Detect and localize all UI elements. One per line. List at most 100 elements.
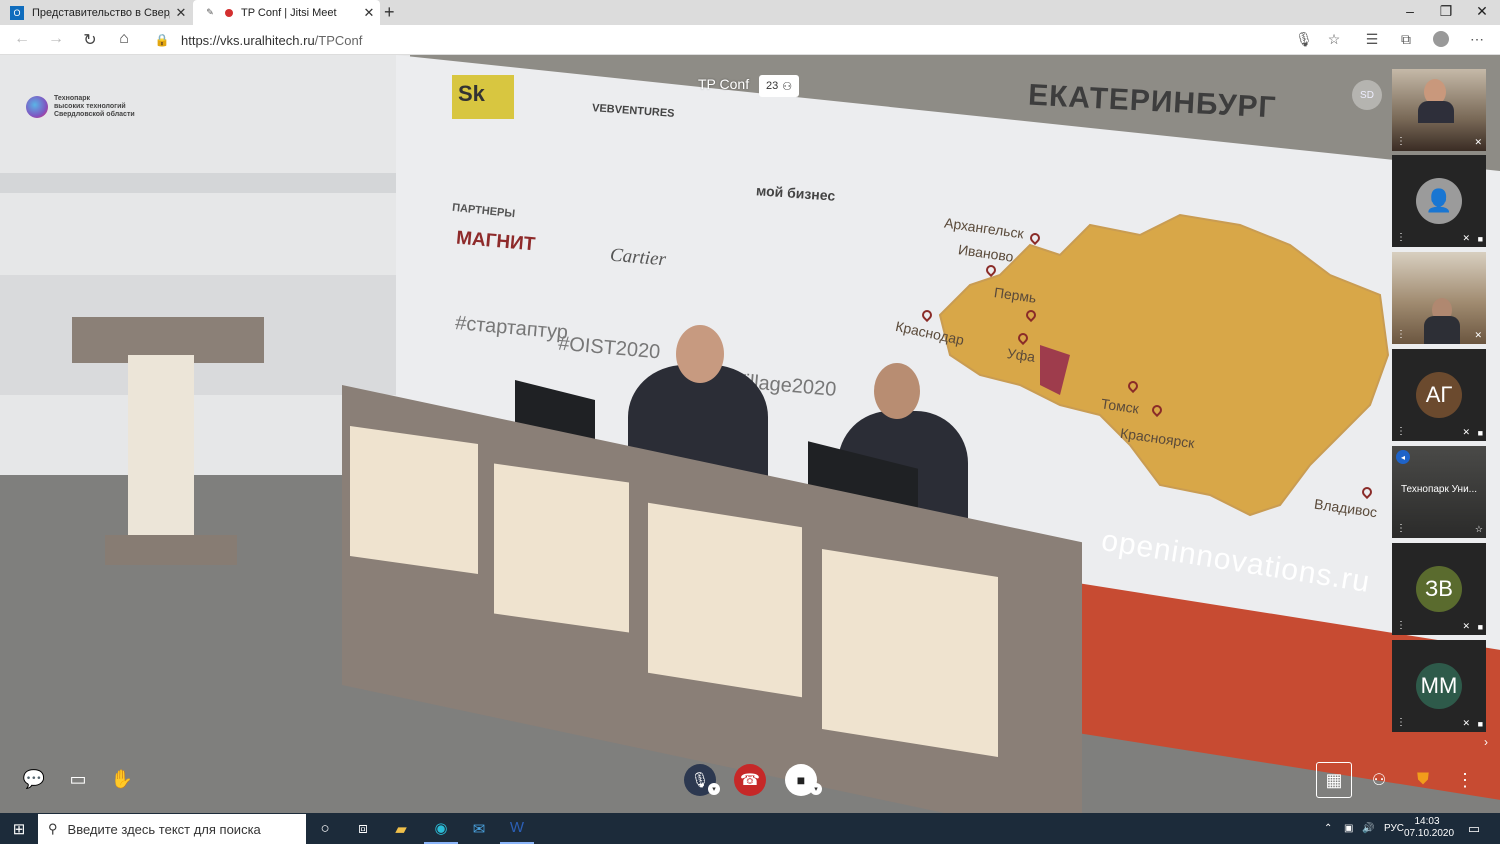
participant-thumbnail[interactable]: 👤 ⋮ ✕ ■ xyxy=(1392,155,1486,247)
forward-icon[interactable]: → xyxy=(46,30,66,48)
url-host: https://vks.uralhitech.ru xyxy=(181,33,315,48)
mic-muted-icon: ✕ xyxy=(1462,427,1470,437)
task-view-icon[interactable]: ⧈ xyxy=(348,813,378,844)
microphone-permission-icon[interactable]: 🎙 xyxy=(1294,31,1314,48)
avatar-initials: ММ xyxy=(1416,663,1462,709)
notifications-icon[interactable]: ▭ xyxy=(1462,813,1486,844)
mail-icon[interactable]: ✉ xyxy=(462,813,496,844)
participant-thumbnail[interactable]: АГ ⋮ ✕ ■ xyxy=(1392,349,1486,441)
tab-tpconf[interactable]: ✎ TP Conf | Jitsi Meet ✕ xyxy=(193,0,380,25)
refresh-icon[interactable]: ↻ xyxy=(80,30,100,50)
organization-logo: Технопарк высоких технологий Свердловско… xyxy=(26,95,135,119)
podium-column xyxy=(128,355,194,545)
word-icon[interactable]: W xyxy=(500,813,534,844)
pen-icon: ✎ xyxy=(206,7,214,17)
collections-icon[interactable]: ⧉ xyxy=(1396,31,1416,48)
participant-thumbnail[interactable]: ЗВ ⋮ ✕ ■ xyxy=(1392,543,1486,635)
volume-icon[interactable]: 🔊 xyxy=(1362,813,1374,844)
participant-name: Технопарк Уни... xyxy=(1400,484,1477,495)
url-path: /TPConf xyxy=(314,33,363,48)
more-options-icon[interactable]: ⋮ xyxy=(1396,136,1406,147)
table-panel xyxy=(822,549,998,757)
participant-thumbnail[interactable]: ⋮ ✕ xyxy=(1392,252,1486,344)
search-placeholder: Введите здесь текст для поиска xyxy=(67,821,261,837)
tab-title: Представительство в Свердловс xyxy=(32,6,170,19)
table-panel xyxy=(648,502,802,698)
more-options-icon[interactable]: ⋮ xyxy=(1396,329,1406,340)
mic-muted-icon: ✕ xyxy=(1474,330,1482,340)
close-tab-icon[interactable]: ✕ xyxy=(170,5,192,21)
back-icon[interactable]: ← xyxy=(12,30,32,48)
settings-more-icon[interactable]: ⋯ xyxy=(1467,31,1487,48)
network-icon[interactable]: ▣ xyxy=(1344,813,1353,844)
people-icon: ⚇ xyxy=(782,80,793,93)
browser-tab-bar: O Представительство в Свердловс ✕ ✎ TP C… xyxy=(0,0,1500,25)
tile-view-icon[interactable]: ▦ xyxy=(1316,762,1352,798)
more-icon[interactable]: ⋮ xyxy=(1455,768,1475,792)
clock-time: 14:03 xyxy=(1414,816,1440,827)
close-window-icon[interactable]: ✕ xyxy=(1472,3,1492,20)
taskbar-search[interactable]: ⚲ Введите здесь текст для поиска xyxy=(38,814,306,844)
org-logo-line: Технопарк xyxy=(54,95,91,102)
participant-count: 23 xyxy=(766,80,779,92)
security-icon[interactable]: ⛊ xyxy=(1411,768,1435,792)
taskbar-clock[interactable]: 14:03 07.10.2020 xyxy=(1404,816,1454,840)
tray-chevron-up-icon[interactable]: ⌃ xyxy=(1324,813,1332,844)
sk-logo: Sk xyxy=(452,75,514,119)
participant-thumbnail[interactable]: ММ ⋮ ✕ ■ xyxy=(1392,640,1486,732)
video-options-chevron-icon[interactable]: ▾ xyxy=(810,783,822,795)
chat-icon[interactable]: 💬 xyxy=(22,767,46,791)
edge-browser-icon[interactable]: ◉ xyxy=(424,813,458,844)
speaker-left-head xyxy=(676,325,724,383)
home-icon[interactable]: ⌂ xyxy=(114,30,134,48)
large-video[interactable]: ЕКАТЕРИНБУРГ Архангельск Иваново Пермь К… xyxy=(0,55,1500,813)
user-placeholder-icon: 👤 xyxy=(1416,178,1462,224)
city-title: ЕКАТЕРИНБУРГ xyxy=(1027,78,1278,125)
podium-base xyxy=(105,535,237,565)
address-bar: ← → ↻ ⌂ 🔒 https://vks.uralhitech.ru/TPCo… xyxy=(0,25,1500,55)
table-panel xyxy=(494,463,629,633)
conference-title: TP Conf xyxy=(698,76,750,92)
recording-dot-icon xyxy=(225,8,233,17)
tab-outlook[interactable]: O Представительство в Свердловс ✕ xyxy=(0,0,192,25)
close-tab-icon[interactable]: ✕ xyxy=(358,5,380,21)
screen-share-icon[interactable]: ▭ xyxy=(66,767,90,791)
more-options-icon[interactable]: ⋮ xyxy=(1396,717,1406,728)
new-tab-button[interactable]: + xyxy=(384,2,395,23)
participant-count-badge[interactable]: 23 ⚇ xyxy=(759,75,800,97)
participant-thumbnail[interactable]: ⋮ ✕ xyxy=(1392,69,1486,151)
tab-title: TP Conf | Jitsi Meet xyxy=(241,6,337,19)
minimize-icon[interactable]: – xyxy=(1400,3,1420,19)
mic-muted-icon: ✕ xyxy=(1462,233,1470,243)
hangup-icon[interactable]: ☎ xyxy=(734,764,766,796)
cortana-icon[interactable]: ○ xyxy=(310,813,340,844)
local-user-avatar[interactable]: SD xyxy=(1352,80,1382,110)
favorite-star-icon[interactable]: ☆ xyxy=(1324,31,1344,48)
lock-icon[interactable]: 🔒 xyxy=(152,33,172,47)
pin-star-icon: ☆ xyxy=(1474,524,1483,534)
speaker-right-head xyxy=(874,363,920,419)
favorites-icon[interactable]: ☰ xyxy=(1362,31,1382,48)
windows-start-icon[interactable]: ⊞ xyxy=(0,813,38,844)
participant-thumbnail[interactable]: ◂ Технопарк Уни... ⋮ ☆ xyxy=(1392,446,1486,538)
mic-muted-icon: ✕ xyxy=(1462,621,1470,631)
raise-hand-icon[interactable]: ✋ xyxy=(110,767,134,791)
camera-off-icon: ■ xyxy=(1477,428,1483,438)
language-indicator[interactable]: РУС xyxy=(1384,813,1404,844)
more-options-icon[interactable]: ⋮ xyxy=(1396,620,1406,631)
more-options-icon[interactable]: ⋮ xyxy=(1396,232,1406,243)
invite-icon[interactable]: ⚇ xyxy=(1367,768,1391,792)
avatar-initials: АГ xyxy=(1416,372,1462,418)
org-logo-line: высоких технологий xyxy=(54,103,126,110)
file-explorer-icon[interactable]: ▰ xyxy=(386,813,416,844)
search-icon: ⚲ xyxy=(48,821,58,836)
url-field[interactable]: https://vks.uralhitech.ru/TPConf xyxy=(181,33,362,48)
more-options-icon[interactable]: ⋮ xyxy=(1396,523,1406,534)
mic-options-chevron-icon[interactable]: ▾ xyxy=(708,783,720,795)
maximize-icon[interactable]: ❐ xyxy=(1436,3,1456,20)
profile-avatar-icon[interactable] xyxy=(1431,31,1451,50)
mic-muted-icon: ✕ xyxy=(1474,137,1482,147)
chevron-right-icon[interactable]: › xyxy=(1484,735,1488,749)
more-options-icon[interactable]: ⋮ xyxy=(1396,426,1406,437)
camera-off-icon: ■ xyxy=(1477,622,1483,632)
